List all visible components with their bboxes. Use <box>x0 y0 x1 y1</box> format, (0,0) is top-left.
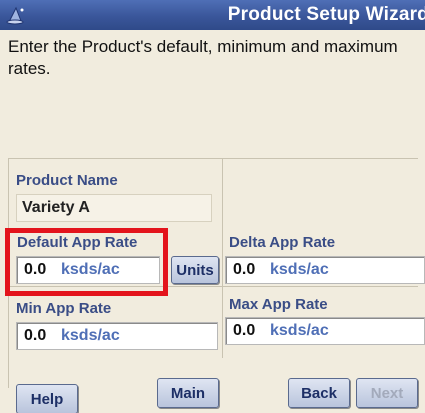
next-button[interactable]: Next <box>356 378 418 408</box>
max-app-rate-value: 0.0 <box>233 322 256 339</box>
product-name-field[interactable]: Variety A <box>16 194 212 222</box>
panel-divider <box>222 158 223 358</box>
max-app-rate-unit: ksds/ac <box>270 322 329 339</box>
units-button[interactable]: Units <box>171 256 219 284</box>
main-button[interactable]: Main <box>157 378 219 408</box>
delta-app-rate-unit: ksds/ac <box>270 261 329 278</box>
min-app-rate-value: 0.0 <box>24 327 47 344</box>
delta-app-rate-label: Delta App Rate <box>229 234 336 251</box>
min-app-rate-unit: ksds/ac <box>61 327 120 344</box>
instructions-text: Enter the Product's default, minimum and… <box>8 37 398 78</box>
title-bar: Product Setup Wizard <box>0 0 425 30</box>
panel-divider <box>8 158 418 159</box>
highlight-box <box>5 228 168 296</box>
max-app-rate-field[interactable]: 0.0 ksds/ac <box>225 317 425 345</box>
max-app-rate-label: Max App Rate <box>229 296 328 313</box>
wizard-icon <box>6 5 28 25</box>
wizard-content: Enter the Product's default, minimum and… <box>0 30 425 413</box>
min-app-rate-field[interactable]: 0.0 ksds/ac <box>16 322 218 350</box>
delta-app-rate-field[interactable]: 0.0 ksds/ac <box>225 256 425 284</box>
product-name-value: Variety A <box>22 199 90 216</box>
back-button[interactable]: Back <box>288 378 350 408</box>
min-app-rate-label: Min App Rate <box>16 300 112 317</box>
delta-app-rate-value: 0.0 <box>233 261 256 278</box>
window-title: Product Setup Wizard <box>227 4 425 25</box>
product-name-label: Product Name <box>16 172 118 189</box>
help-button[interactable]: Help <box>16 384 78 413</box>
